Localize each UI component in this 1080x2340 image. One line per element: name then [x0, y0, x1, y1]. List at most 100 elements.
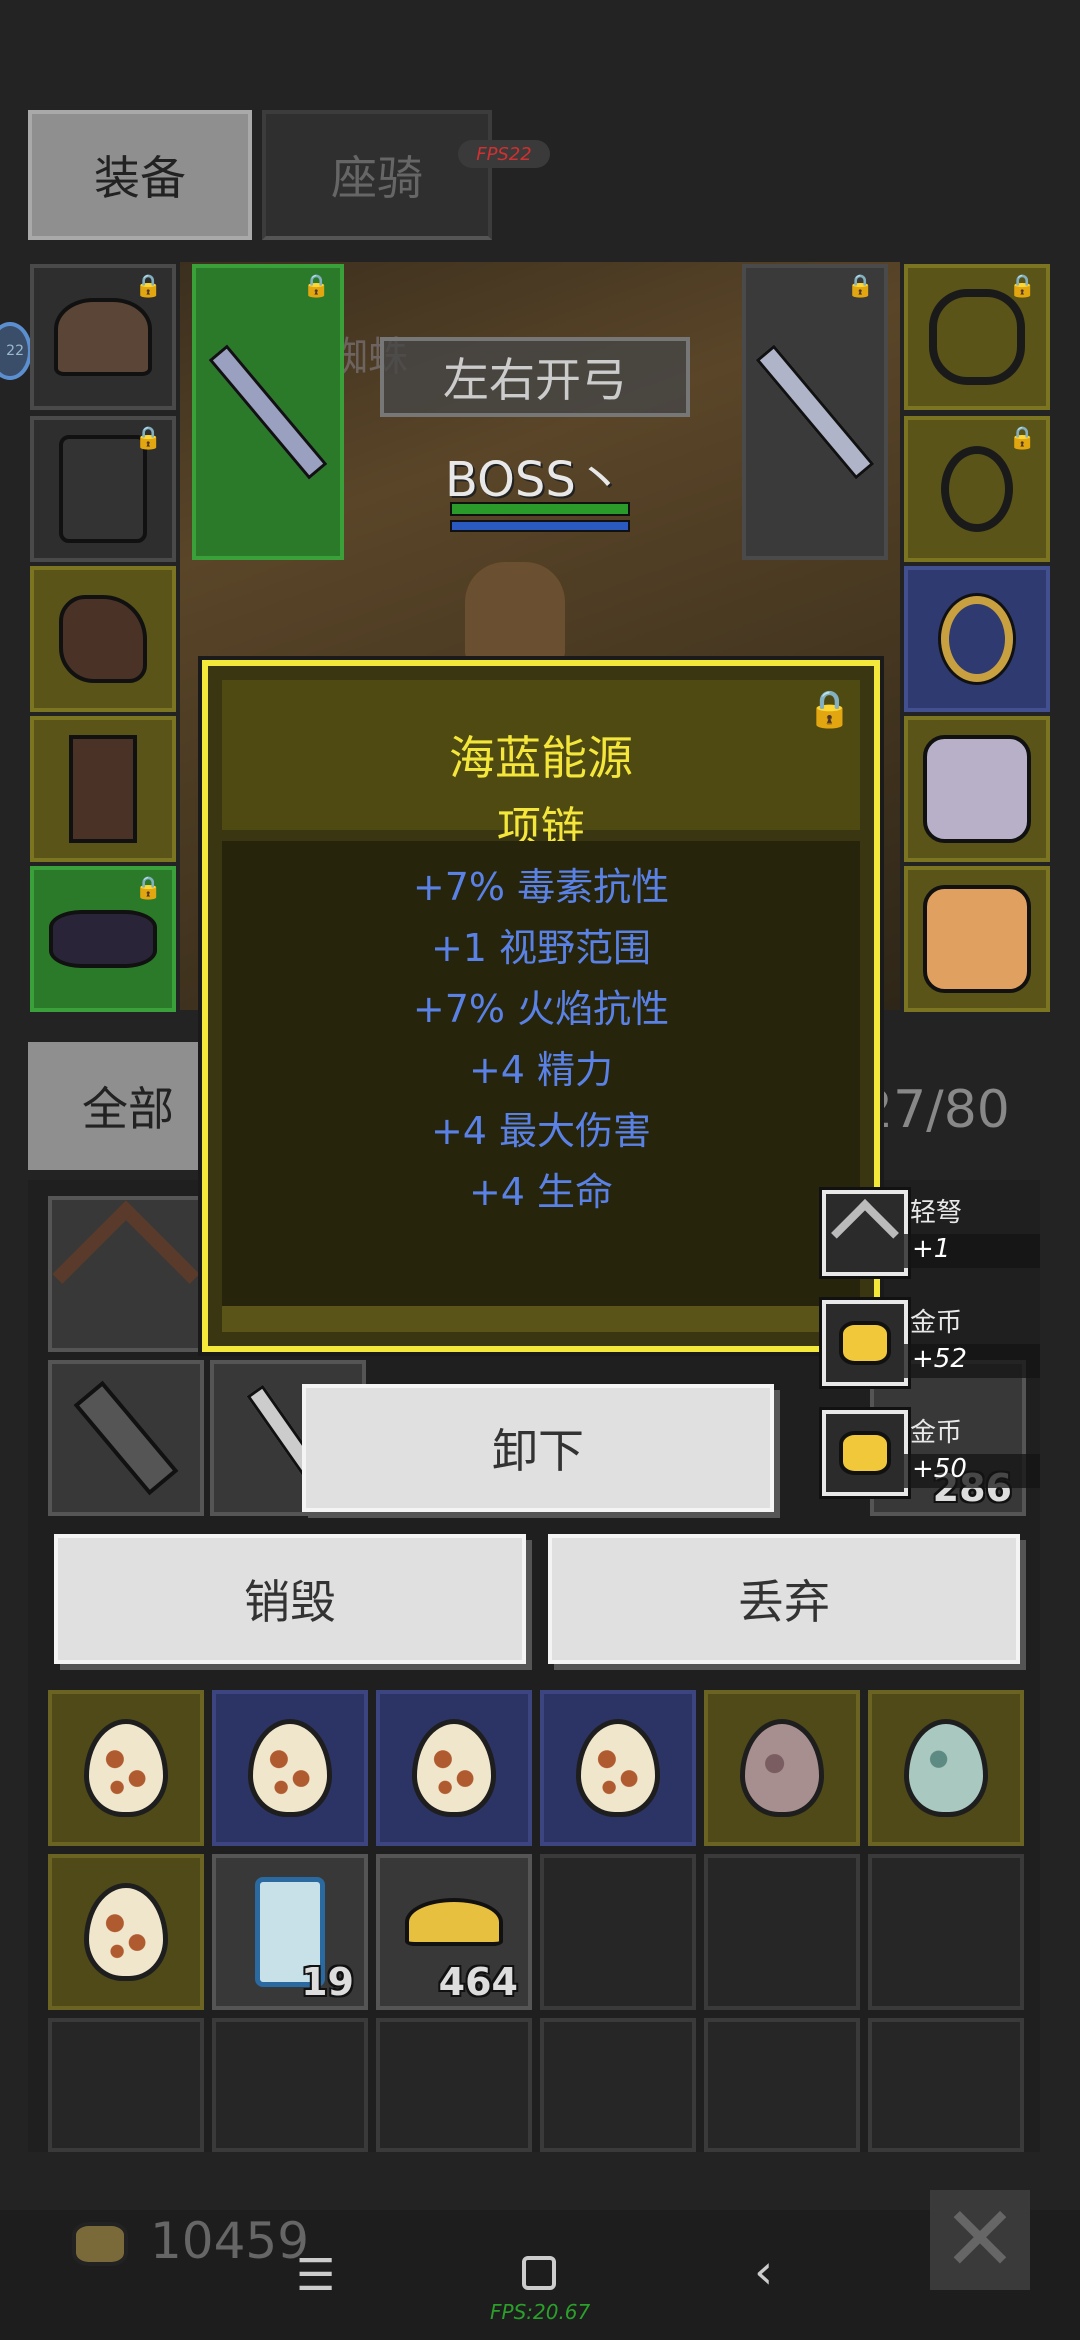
destroy-button[interactable]: 销毁	[54, 1534, 526, 1664]
equip-slot-main-weapon[interactable]: 🔒	[192, 264, 344, 560]
fps-counter-bottom: FPS:20.67	[490, 2300, 591, 2324]
inventory-slot[interactable]	[212, 2018, 368, 2152]
inventory-capacity: 27/80	[860, 1080, 1010, 1140]
mace-icon	[73, 1380, 179, 1496]
gold-coins-icon	[822, 1410, 908, 1496]
inventory-slot[interactable]	[868, 1854, 1024, 2010]
equip-slot-boots[interactable]	[30, 716, 176, 862]
ring-icon	[941, 446, 1013, 532]
loot-item-name: 金币	[910, 1418, 963, 1448]
boss-mana-bar	[450, 520, 630, 532]
crossbow-icon	[52, 1200, 200, 1348]
companion-portrait-icon	[923, 885, 1031, 993]
inventory-slot[interactable]: 19	[212, 1854, 368, 2010]
inventory-slot[interactable]	[48, 1690, 204, 1846]
equip-slot-helmet[interactable]: 🔒	[30, 264, 176, 410]
loot-item-amount: +1	[904, 1234, 1040, 1268]
egg-icon	[740, 1719, 824, 1817]
inventory-slot[interactable]: 464	[376, 1854, 532, 2010]
stat-line: +7% 火焰抗性	[412, 987, 670, 1031]
equip-slot-necklace[interactable]: 🔒	[904, 264, 1050, 410]
loot-item-amount: +50	[904, 1454, 1040, 1488]
inventory-slot[interactable]	[540, 1854, 696, 2010]
item-stats: +7% 毒素抗性 +1 视野范围 +7% 火焰抗性 +4 精力 +4 最大伤害 …	[222, 841, 860, 1306]
egg-icon	[84, 1719, 168, 1817]
lock-icon: 🔒	[302, 274, 330, 299]
gold-pile-icon	[405, 1898, 503, 1946]
egg-icon	[904, 1719, 988, 1817]
equip-slot-pet[interactable]	[904, 716, 1050, 862]
inventory-slot[interactable]	[704, 2018, 860, 2152]
loot-item-name: 金币	[910, 1308, 963, 1338]
equip-slot-gloves[interactable]	[30, 566, 176, 712]
discard-button[interactable]: 丢弃	[548, 1534, 1020, 1664]
menu-icon[interactable]: ☰	[296, 2250, 335, 2301]
stat-line: +7% 毒素抗性	[412, 865, 670, 909]
item-name: 海蓝能源	[449, 731, 633, 785]
close-button[interactable]: ✕	[930, 2190, 1030, 2290]
lock-icon: 🔒	[1008, 274, 1036, 299]
lock-icon: 🔒	[134, 876, 162, 901]
tab-mount[interactable]: 座骑	[262, 110, 492, 240]
lock-icon: 🔒	[1008, 426, 1036, 451]
egg-icon	[248, 1719, 332, 1817]
necklace-icon	[929, 289, 1025, 385]
fps-counter-top: FPS22	[458, 140, 550, 168]
egg-icon	[576, 1719, 660, 1817]
inventory-slot[interactable]	[540, 2018, 696, 2152]
filter-tab-all[interactable]: 全部	[28, 1042, 228, 1170]
crossbow-icon	[822, 1190, 908, 1276]
item-count: 464	[438, 1960, 518, 2004]
inventory-slot[interactable]	[704, 1854, 860, 2010]
inventory-slot[interactable]	[868, 2018, 1024, 2152]
loot-toast: 金币 +50	[822, 1410, 1040, 1496]
helmet-icon	[54, 298, 152, 376]
stat-line: +4 精力	[468, 1048, 614, 1092]
boss-health-bar	[450, 502, 630, 516]
hero-character	[465, 562, 565, 662]
inventory-slot[interactable]	[868, 1690, 1024, 1846]
lock-icon: 🔒	[134, 274, 162, 299]
gold-coins-icon	[822, 1300, 908, 1386]
inventory-slot[interactable]	[376, 2018, 532, 2152]
inventory-slot[interactable]	[376, 1690, 532, 1846]
equip-slot-ring-2[interactable]	[904, 566, 1050, 712]
inventory-slot[interactable]	[540, 1690, 696, 1846]
boss-label: BOSS丶	[445, 452, 624, 508]
unequip-button[interactable]: 卸下	[302, 1384, 774, 1512]
equip-slot-armor[interactable]: 🔒	[30, 416, 176, 562]
inventory-slot[interactable]	[212, 1690, 368, 1846]
item-count: 19	[301, 1960, 354, 2004]
egg-icon	[84, 1883, 168, 1981]
equip-slot-companion[interactable]	[904, 866, 1050, 1012]
gold-total: 10459	[150, 2212, 310, 2270]
armor-icon	[59, 435, 147, 543]
gold-coins-icon	[72, 2222, 128, 2266]
loot-toast: 轻弩 +1	[822, 1190, 1040, 1276]
sword-icon	[755, 344, 875, 480]
home-icon[interactable]	[522, 2256, 556, 2290]
inventory-slot[interactable]	[48, 1196, 204, 1352]
popup-header: 🔒 海蓝能源 项链	[222, 680, 860, 854]
close-icon: ✕	[942, 2187, 1018, 2292]
lock-icon: 🔒	[846, 274, 874, 299]
item-detail-popup: 🔒 海蓝能源 项链 +7% 毒素抗性 +1 视野范围 +7% 火焰抗性 +4 精…	[202, 660, 880, 1352]
back-icon[interactable]: ‹	[754, 2244, 773, 2300]
stat-line: +4 最大伤害	[430, 1109, 652, 1153]
inventory-slot[interactable]	[48, 1360, 204, 1516]
side-notification-bubble[interactable]: 22	[0, 322, 32, 380]
inventory-slot[interactable]	[48, 1854, 204, 2010]
inventory-slot[interactable]	[704, 1690, 860, 1846]
belt-icon	[49, 910, 157, 968]
equip-slot-belt[interactable]: 🔒	[30, 866, 176, 1012]
lock-icon: 🔒	[134, 426, 162, 451]
ring-icon	[941, 596, 1013, 682]
equip-slot-ring-1[interactable]: 🔒	[904, 416, 1050, 562]
pet-portrait-icon	[923, 735, 1031, 843]
inventory-slot[interactable]	[48, 2018, 204, 2152]
loot-item-name: 轻弩	[910, 1198, 963, 1228]
equip-slot-off-weapon[interactable]: 🔒	[742, 264, 888, 560]
sword-icon	[208, 344, 328, 480]
popup-footer	[222, 1306, 860, 1332]
tab-equipment[interactable]: 装备	[28, 110, 252, 240]
